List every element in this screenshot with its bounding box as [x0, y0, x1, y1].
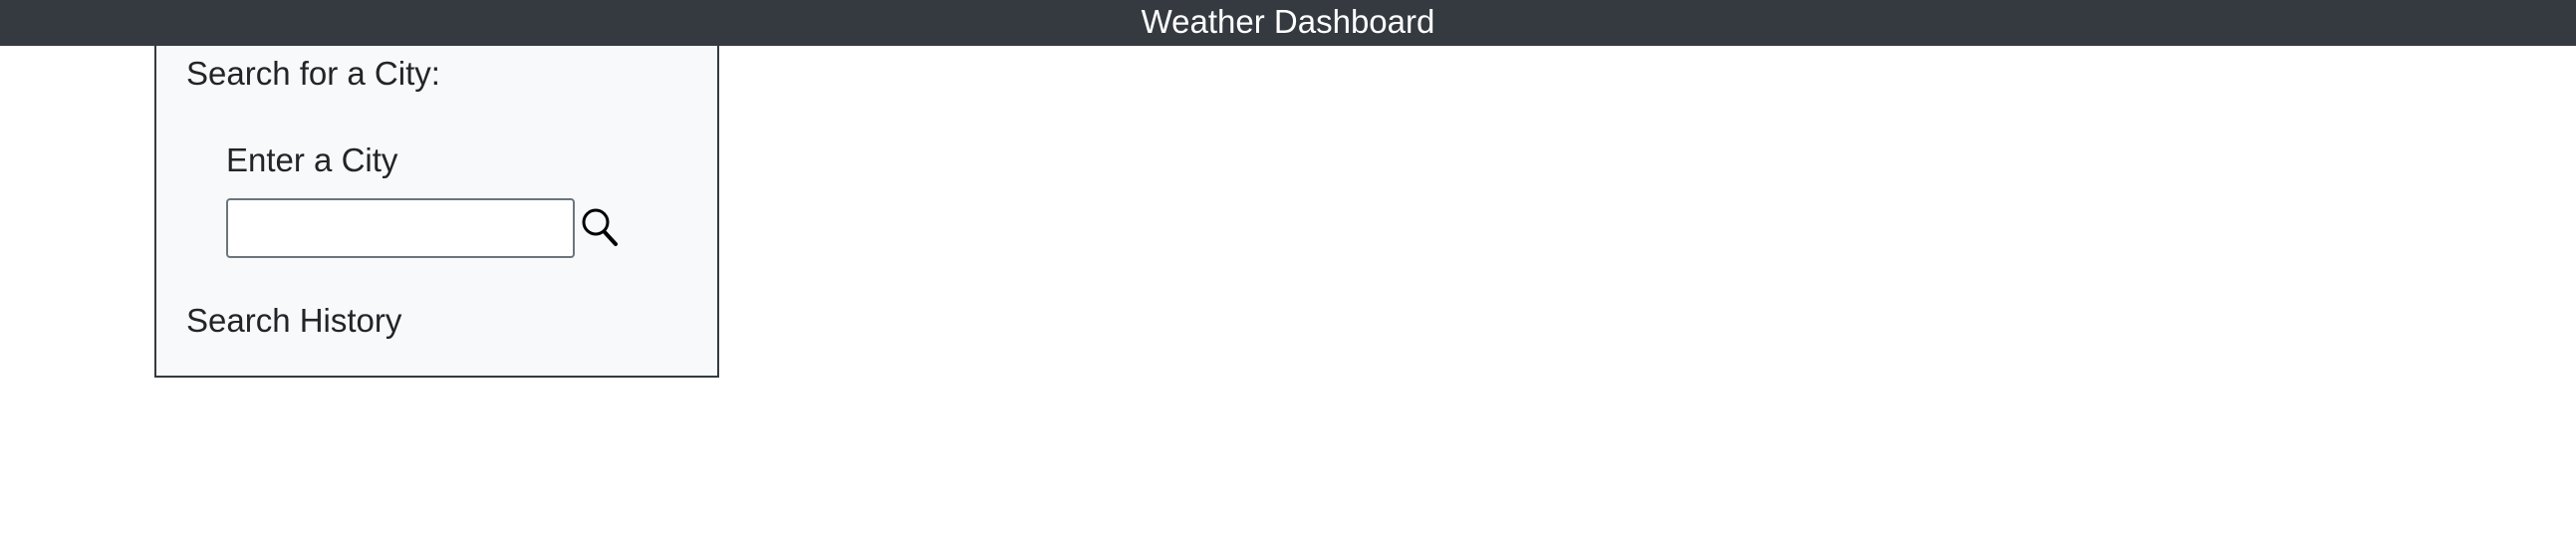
city-search-input[interactable]: [226, 198, 575, 258]
search-button[interactable]: [580, 205, 622, 249]
app-title: Weather Dashboard: [1141, 3, 1435, 40]
search-history-heading: Search History: [186, 302, 402, 339]
city-field-label: Enter a City: [226, 141, 398, 178]
search-panel-heading: Search for a City:: [186, 55, 440, 92]
app-header: Weather Dashboard: [0, 0, 2576, 46]
search-icon: [582, 208, 618, 246]
search-panel: Search for a City: Enter a City Search H…: [154, 46, 719, 378]
